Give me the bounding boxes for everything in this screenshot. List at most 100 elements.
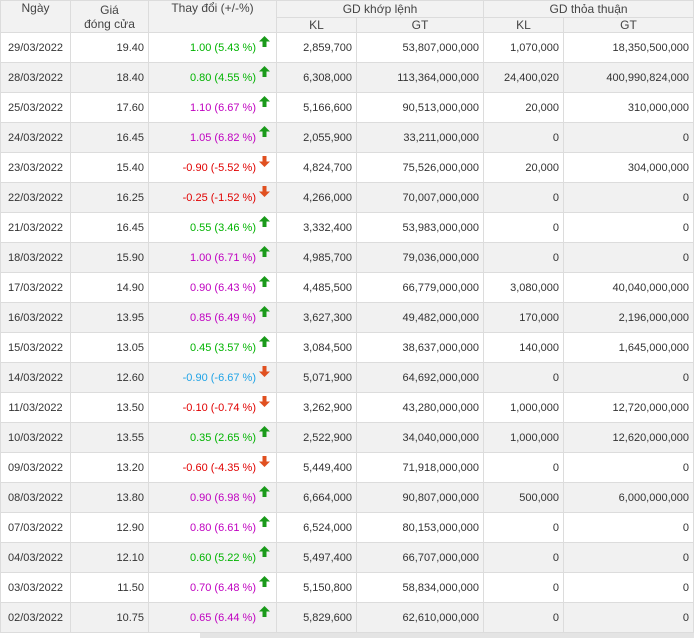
cell-date: 14/03/2022 bbox=[0, 362, 71, 393]
cell-date: 08/03/2022 bbox=[0, 482, 71, 513]
cell-matched-value: 34,040,000,000 bbox=[355, 422, 485, 453]
cell-matched-value: 53,983,000,000 bbox=[355, 212, 485, 243]
cell-change: -0.10 (-0.74 %) bbox=[148, 392, 277, 423]
arrow-up-icon bbox=[259, 246, 272, 258]
change-value: 0.80 (4.55 %) bbox=[189, 71, 256, 84]
header-date[interactable]: Ngày bbox=[0, 0, 71, 33]
cell-negotiated-volume: 0 bbox=[483, 542, 565, 573]
arrow-up-icon bbox=[259, 36, 272, 48]
cell-matched-value: 64,692,000,000 bbox=[355, 362, 485, 393]
cell-close-price: 13.95 bbox=[70, 302, 149, 333]
cell-negotiated-volume: 0 bbox=[483, 572, 565, 603]
change-value: 0.65 (6.44 %) bbox=[189, 611, 256, 624]
cell-matched-value: 62,610,000,000 bbox=[355, 602, 485, 633]
cell-negotiated-value: 0 bbox=[563, 362, 694, 393]
change-value: 0.35 (2.65 %) bbox=[189, 431, 256, 444]
cell-date: 17/03/2022 bbox=[0, 272, 71, 303]
cell-change: -0.90 (-5.52 %) bbox=[148, 152, 277, 183]
cell-negotiated-value: 0 bbox=[563, 212, 694, 243]
change-value: 1.05 (6.82 %) bbox=[189, 131, 256, 144]
cell-negotiated-volume: 0 bbox=[483, 452, 565, 483]
cell-negotiated-volume: 3,080,000 bbox=[483, 272, 565, 303]
cell-negotiated-volume: 0 bbox=[483, 122, 565, 153]
change-value: -0.10 (-0.74 %) bbox=[182, 401, 256, 414]
cell-negotiated-volume: 0 bbox=[483, 362, 565, 393]
cell-change: 1.00 (6.71 %) bbox=[148, 242, 277, 273]
cell-matched-value: 38,637,000,000 bbox=[355, 332, 485, 363]
cell-matched-volume: 2,859,700 bbox=[276, 32, 357, 63]
cell-change: 1.00 (5.43 %) bbox=[148, 32, 277, 63]
arrow-up-icon bbox=[259, 606, 272, 618]
cell-matched-value: 79,036,000,000 bbox=[355, 242, 485, 273]
cell-date: 21/03/2022 bbox=[0, 212, 71, 243]
arrow-down-icon bbox=[259, 456, 272, 468]
header-close-line2: đóng cửa bbox=[84, 16, 135, 31]
cell-negotiated-value: 0 bbox=[563, 512, 694, 543]
cell-close-price: 10.75 bbox=[70, 602, 149, 633]
cell-change: 1.10 (6.67 %) bbox=[148, 92, 277, 123]
cell-change: 0.45 (3.57 %) bbox=[148, 332, 277, 363]
cell-matched-volume: 4,985,700 bbox=[276, 242, 357, 273]
table-row: 04/03/2022 12.10 0.60 (5.22 %) 5,497,400 66,… bbox=[0, 542, 694, 573]
table-row: 17/03/2022 14.90 0.90 (6.43 %) 4,485,500 66,… bbox=[0, 272, 694, 303]
change-value: 0.90 (6.43 %) bbox=[189, 281, 256, 294]
cell-close-price: 13.55 bbox=[70, 422, 149, 453]
table-row: 23/03/2022 15.40 -0.90 (-5.52 %) 4,824,700 7… bbox=[0, 152, 694, 183]
cell-close-price: 16.45 bbox=[70, 122, 149, 153]
cell-matched-volume: 2,055,900 bbox=[276, 122, 357, 153]
cell-change: -0.25 (-1.52 %) bbox=[148, 182, 277, 213]
cell-negotiated-volume: 170,000 bbox=[483, 302, 565, 333]
header-close-price[interactable]: Giá đóng cửa bbox=[70, 0, 149, 33]
header-change[interactable]: Thay đổi (+/-%) bbox=[148, 0, 277, 33]
cell-close-price: 13.50 bbox=[70, 392, 149, 423]
cell-matched-volume: 3,332,400 bbox=[276, 212, 357, 243]
change-value: -0.90 (-5.52 %) bbox=[182, 161, 256, 174]
cell-change: 0.85 (6.49 %) bbox=[148, 302, 277, 333]
cell-negotiated-volume: 140,000 bbox=[483, 332, 565, 363]
cell-date: 09/03/2022 bbox=[0, 452, 71, 483]
change-value: -0.60 (-4.35 %) bbox=[182, 461, 256, 474]
cell-matched-volume: 5,449,400 bbox=[276, 452, 357, 483]
cell-matched-volume: 4,266,000 bbox=[276, 182, 357, 213]
cell-negotiated-volume: 1,070,000 bbox=[483, 32, 565, 63]
header-matched-value: GT bbox=[355, 17, 485, 33]
cell-change: -0.60 (-4.35 %) bbox=[148, 452, 277, 483]
cell-date: 03/03/2022 bbox=[0, 572, 71, 603]
arrow-up-icon bbox=[259, 216, 272, 228]
change-value: 0.80 (6.61 %) bbox=[189, 521, 256, 534]
cell-matched-value: 53,807,000,000 bbox=[355, 32, 485, 63]
cell-matched-volume: 3,084,500 bbox=[276, 332, 357, 363]
cell-negotiated-volume: 20,000 bbox=[483, 92, 565, 123]
cell-matched-volume: 6,308,000 bbox=[276, 62, 357, 93]
cell-negotiated-value: 6,000,000,000 bbox=[563, 482, 694, 513]
table-body: 29/03/2022 19.40 1.00 (5.43 %) 2,859,700 53,… bbox=[0, 32, 694, 633]
cell-negotiated-value: 12,720,000,000 bbox=[563, 392, 694, 423]
cell-matched-volume: 4,824,700 bbox=[276, 152, 357, 183]
change-value: -0.90 (-6.67 %) bbox=[182, 371, 256, 384]
cell-date: 15/03/2022 bbox=[0, 332, 71, 363]
horizontal-scrollbar[interactable] bbox=[200, 633, 694, 638]
table-row: 09/03/2022 13.20 -0.60 (-4.35 %) 5,449,400 7… bbox=[0, 452, 694, 483]
cell-date: 23/03/2022 bbox=[0, 152, 71, 183]
cell-matched-volume: 5,497,400 bbox=[276, 542, 357, 573]
cell-change: -0.90 (-6.67 %) bbox=[148, 362, 277, 393]
cell-matched-volume: 5,829,600 bbox=[276, 602, 357, 633]
cell-close-price: 18.40 bbox=[70, 62, 149, 93]
cell-change: 0.90 (6.43 %) bbox=[148, 272, 277, 303]
cell-change: 0.65 (6.44 %) bbox=[148, 602, 277, 633]
cell-close-price: 14.90 bbox=[70, 272, 149, 303]
cell-matched-volume: 5,150,800 bbox=[276, 572, 357, 603]
change-value: 1.00 (5.43 %) bbox=[189, 41, 256, 54]
cell-change: 0.55 (3.46 %) bbox=[148, 212, 277, 243]
cell-matched-value: 66,779,000,000 bbox=[355, 272, 485, 303]
cell-date: 11/03/2022 bbox=[0, 392, 71, 423]
change-value: 1.00 (6.71 %) bbox=[189, 251, 256, 264]
cell-close-price: 15.40 bbox=[70, 152, 149, 183]
cell-negotiated-value: 0 bbox=[563, 242, 694, 273]
cell-negotiated-value: 2,196,000,000 bbox=[563, 302, 694, 333]
table-row: 25/03/2022 17.60 1.10 (6.67 %) 5,166,600 90,… bbox=[0, 92, 694, 123]
cell-date: 24/03/2022 bbox=[0, 122, 71, 153]
cell-matched-value: 33,211,000,000 bbox=[355, 122, 485, 153]
header-negotiated-volume: KL bbox=[483, 17, 565, 33]
cell-close-price: 19.40 bbox=[70, 32, 149, 63]
